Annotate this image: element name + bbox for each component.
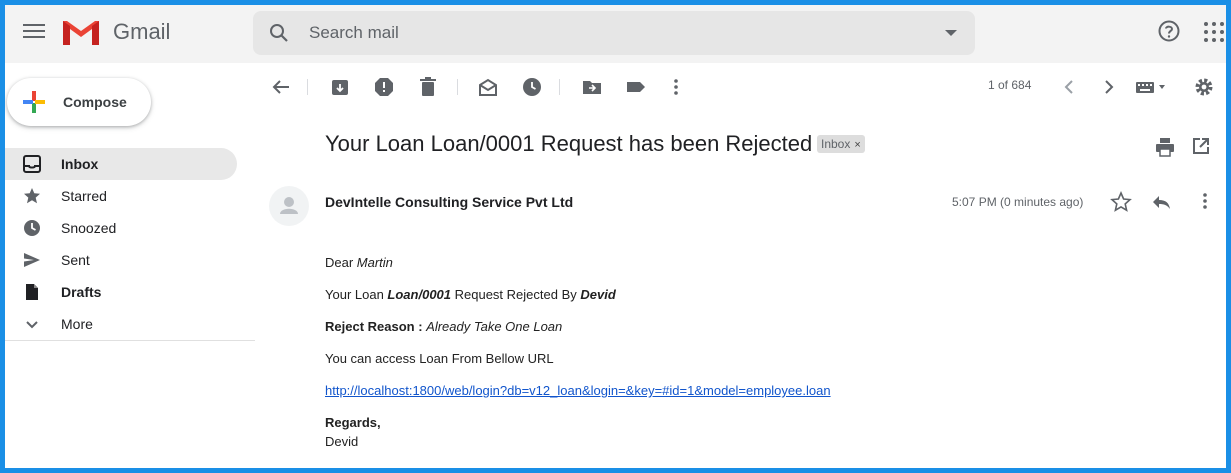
- body-greeting: Dear Martin: [325, 255, 393, 270]
- sidebar-item-drafts[interactable]: Drafts: [5, 276, 237, 308]
- gmail-window: Gmail Search mail Compose Inbox Starred …: [5, 5, 1226, 468]
- delete-icon[interactable]: [418, 77, 438, 97]
- header-bar: Gmail Search mail: [5, 5, 1226, 63]
- gmail-logo-icon[interactable]: [61, 17, 101, 47]
- plus-icon: [23, 91, 45, 113]
- back-arrow-icon[interactable]: [271, 77, 291, 97]
- sidebar-divider: [5, 340, 255, 341]
- archive-icon[interactable]: [330, 77, 350, 97]
- person-icon: [280, 197, 298, 214]
- sidebar-item-more[interactable]: More: [5, 308, 237, 340]
- message-subject: Your Loan Loan/0001 Request has been Rej…: [325, 131, 813, 156]
- sidebar-item-label: Inbox: [61, 156, 99, 172]
- report-spam-icon[interactable]: [374, 77, 394, 97]
- app-title[interactable]: Gmail: [113, 19, 170, 45]
- reply-icon[interactable]: [1151, 192, 1171, 212]
- prev-icon[interactable]: [1059, 77, 1079, 97]
- inbox-icon: [23, 155, 41, 173]
- label-chip-inbox[interactable]: Inbox ×: [817, 135, 865, 153]
- compose-button[interactable]: Compose: [7, 78, 151, 126]
- search-box[interactable]: Search mail: [253, 11, 975, 55]
- label-chip-text: Inbox: [821, 137, 851, 151]
- body-access-line: You can access Loan From Bellow URL: [325, 351, 554, 366]
- sidebar-item-sent[interactable]: Sent: [5, 244, 237, 276]
- greeting-name: Martin: [356, 255, 393, 270]
- main-menu-icon[interactable]: [23, 21, 45, 43]
- search-options-icon[interactable]: [945, 30, 957, 36]
- greeting-prefix: Dear: [325, 255, 357, 270]
- search-icon[interactable]: [269, 23, 289, 43]
- apps-grid-icon[interactable]: [1203, 21, 1225, 43]
- body-reject-reason: Reject Reason : Already Take One Loan: [325, 319, 562, 334]
- print-icon[interactable]: [1155, 137, 1175, 157]
- sidebar-item-label: Drafts: [61, 284, 102, 300]
- send-icon: [24, 253, 40, 267]
- mark-unread-icon[interactable]: [478, 77, 498, 97]
- sidebar-item-label: Starred: [61, 188, 107, 204]
- sidebar: Compose Inbox Starred Snoozed Sent Draft…: [5, 63, 255, 468]
- sidebar-item-inbox[interactable]: Inbox: [5, 148, 237, 180]
- reason-label: Reject Reason :: [325, 319, 427, 334]
- toolbar-divider: [307, 79, 308, 95]
- more-vert-icon[interactable]: [1195, 191, 1215, 211]
- clock-icon: [24, 220, 40, 236]
- draft-icon: [26, 284, 38, 300]
- settings-icon[interactable]: [1194, 77, 1214, 97]
- open-in-new-window-icon[interactable]: [1192, 137, 1210, 155]
- snooze-icon[interactable]: [522, 77, 542, 97]
- sidebar-item-label: Snoozed: [61, 220, 117, 236]
- star-message-icon[interactable]: [1110, 191, 1132, 213]
- sender-avatar[interactable]: [269, 186, 309, 226]
- next-icon[interactable]: [1099, 77, 1119, 97]
- body-url-line: http://localhost:1800/web/login?db=v12_l…: [325, 383, 831, 398]
- message-time: 5:07 PM (0 minutes ago): [952, 195, 1084, 209]
- sidebar-item-label: Sent: [61, 252, 90, 268]
- body-rejection-line: Your Loan Loan/0001 Request Rejected By …: [325, 287, 616, 302]
- body-signature: Devid: [325, 434, 359, 449]
- keyboard-icon[interactable]: [1135, 77, 1169, 97]
- sender-name[interactable]: DevIntelle Consulting Service Pvt Ltd: [325, 194, 573, 210]
- move-to-icon[interactable]: [582, 77, 602, 97]
- body-regards: Regards,: [325, 415, 381, 430]
- toolbar-divider: [559, 79, 560, 95]
- sidebar-item-starred[interactable]: Starred: [5, 180, 237, 212]
- loan-reference: Loan/0001: [387, 287, 452, 302]
- toolbar-divider: [457, 79, 458, 95]
- message-pane: Your Loan Loan/0001 Request has been Rej…: [255, 111, 1226, 468]
- loan-url-link[interactable]: http://localhost:1800/web/login?db=v12_l…: [325, 383, 831, 398]
- label-icon[interactable]: [626, 77, 646, 97]
- more-vert-icon[interactable]: [666, 77, 686, 97]
- reason-text: Already Take One Loan: [426, 319, 563, 334]
- remove-label-icon[interactable]: ×: [854, 139, 860, 151]
- search-input[interactable]: Search mail: [309, 23, 399, 43]
- rejection-text-b: Request Rejected By: [451, 287, 581, 302]
- compose-label: Compose: [63, 94, 127, 110]
- help-icon[interactable]: [1157, 19, 1181, 43]
- rejection-text-a: Your Loan: [325, 287, 388, 302]
- chevron-down-icon: [26, 321, 38, 329]
- sidebar-item-snoozed[interactable]: Snoozed: [5, 212, 237, 244]
- sidebar-item-label: More: [61, 316, 93, 332]
- rejected-by: Devid: [580, 287, 616, 302]
- pager-count: 1 of 684: [988, 78, 1032, 92]
- star-icon: [24, 188, 40, 204]
- message-toolbar: 1 of 684: [255, 63, 1226, 111]
